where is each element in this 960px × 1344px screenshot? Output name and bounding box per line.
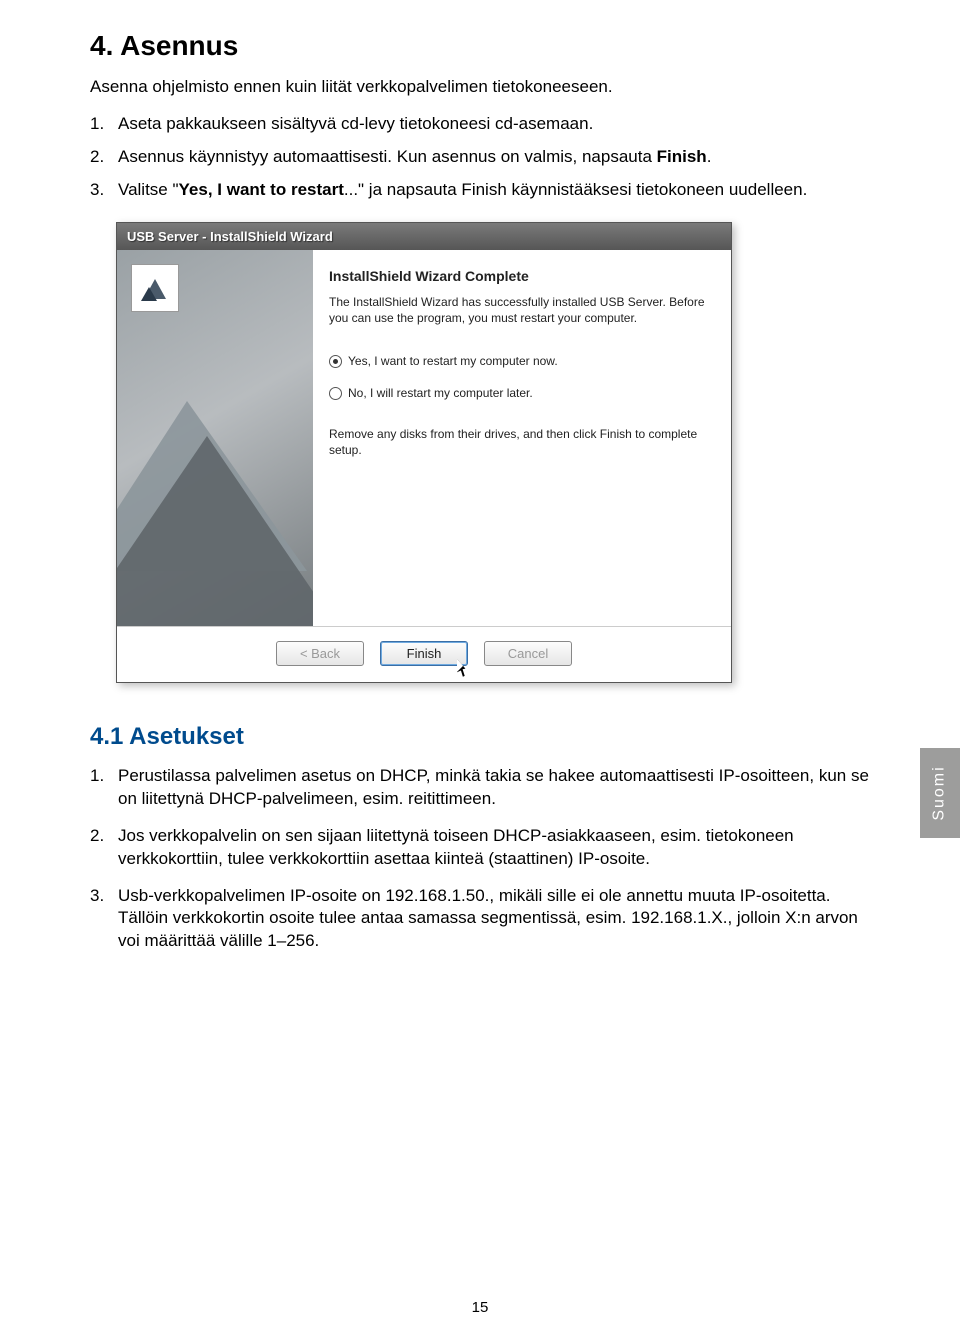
back-button[interactable]: < Back (276, 641, 364, 666)
language-tab: Suomi (920, 748, 960, 838)
installer-sidepanel (117, 250, 313, 626)
decorative-triangle-icon (117, 436, 313, 626)
list-item: Aseta pakkaukseen sisältyvä cd-levy tiet… (90, 113, 870, 136)
cancel-button[interactable]: Cancel (484, 641, 572, 666)
installer-button-row: < Back Finish Cancel (117, 626, 731, 682)
step-text: . (707, 147, 712, 166)
radio-restart-now[interactable]: Yes, I want to restart my computer now. (329, 354, 709, 368)
section-title: 4. Asennus (90, 30, 870, 62)
installer-window: USB Server - InstallShield Wizard Instal… (116, 222, 732, 683)
subsection-title: 4.1 Asetukset (90, 723, 870, 751)
list-item: Perustilassa palvelimen asetus on DHCP, … (90, 765, 870, 811)
list-item: Usb-verkkopalvelimen IP-osoite on 192.16… (90, 885, 870, 954)
installer-description: The InstallShield Wizard has successfull… (329, 294, 709, 326)
installer-mainpanel: InstallShield Wizard Complete The Instal… (313, 250, 731, 626)
finish-button[interactable]: Finish (380, 641, 468, 666)
step-text: Valitse " (118, 180, 179, 199)
list-item: Jos verkkopalvelin on sen sijaan liitett… (90, 825, 870, 871)
radio-restart-later[interactable]: No, I will restart my computer later. (329, 386, 709, 400)
step-bold: Finish (657, 147, 707, 166)
installer-titlebar: USB Server - InstallShield Wizard (117, 223, 731, 250)
list-item: Asennus käynnistyy automaattisesti. Kun … (90, 146, 870, 169)
intro-paragraph: Asenna ohjelmisto ennen kuin liität verk… (90, 76, 870, 99)
step-text: Aseta pakkaukseen sisältyvä cd-levy tiet… (118, 114, 593, 133)
radio-label: Yes, I want to restart my computer now. (348, 354, 558, 368)
installshield-logo-icon (131, 264, 179, 312)
installer-heading: InstallShield Wizard Complete (329, 268, 709, 284)
step-text: Asennus käynnistyy automaattisesti. Kun … (118, 147, 657, 166)
language-label: Suomi (931, 765, 949, 820)
installer-body: InstallShield Wizard Complete The Instal… (117, 250, 731, 626)
list-item: Valitse "Yes, I want to restart..." ja n… (90, 179, 870, 202)
radio-label: No, I will restart my computer later. (348, 386, 533, 400)
installer-remove-disks-text: Remove any disks from their drives, and … (329, 426, 709, 458)
radio-selected-icon (329, 355, 342, 368)
step-bold: Yes, I want to restart (179, 180, 344, 199)
page-number: 15 (0, 1299, 960, 1316)
install-steps-list: Aseta pakkaukseen sisältyvä cd-levy tiet… (90, 113, 870, 202)
radio-unselected-icon (329, 387, 342, 400)
step-text: ..." ja napsauta Finish käynnistääksesi … (344, 180, 807, 199)
settings-list: Perustilassa palvelimen asetus on DHCP, … (90, 765, 870, 954)
